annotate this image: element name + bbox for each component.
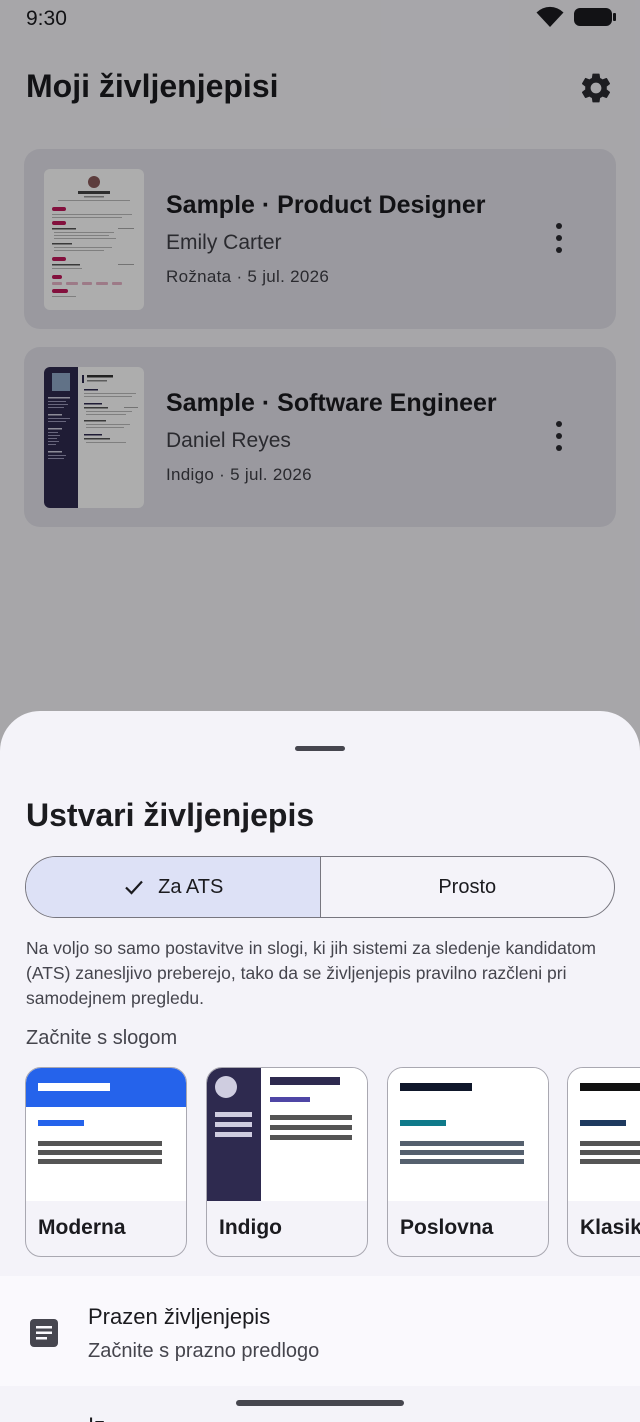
template-preview <box>568 1068 640 1201</box>
blank-resume-title: Prazen življenjepis <box>88 1304 271 1329</box>
template-card-klasik[interactable]: Klasik <box>567 1067 640 1257</box>
ats-description: Na voljo so samo postavitve in slogi, ki… <box>26 938 596 1008</box>
segment-plain-label: Prosto <box>438 875 497 898</box>
template-preview <box>26 1068 186 1201</box>
check-icon <box>125 880 143 895</box>
create-resume-bottom-sheet: Ustvari življenjepis Za ATS Prosto Na vo… <box>0 711 640 1422</box>
document-icon <box>30 1319 58 1347</box>
segment-ats-button[interactable]: Za ATS <box>26 857 321 917</box>
template-name: Moderna <box>38 1216 126 1239</box>
next-option-peek: Iz... <box>88 1413 123 1422</box>
template-name: Indigo <box>219 1216 282 1239</box>
template-card-poslovna[interactable]: Poslovna <box>387 1067 549 1257</box>
template-preview <box>207 1068 367 1201</box>
segment-ats-label: Za ATS <box>158 875 224 898</box>
template-name: Klasik <box>580 1216 640 1239</box>
drag-handle[interactable] <box>295 746 345 751</box>
template-card-moderna[interactable]: Moderna <box>25 1067 187 1257</box>
mode-segmented-control: Za ATS Prosto <box>25 856 615 918</box>
template-card-indigo[interactable]: Indigo <box>206 1067 368 1257</box>
sheet-title: Ustvari življenjepis <box>26 797 315 833</box>
template-carousel[interactable]: Moderna Indigo Poslovna Klasik <box>25 1067 640 1257</box>
templates-section-label: Začnite s slogom <box>26 1027 178 1049</box>
home-indicator[interactable] <box>236 1400 404 1406</box>
template-preview <box>388 1068 548 1201</box>
blank-resume-subtitle: Začnite s prazno predlogo <box>88 1340 320 1362</box>
blank-resume-option[interactable]: Prazen življenjepis Začnite s prazno pre… <box>0 1276 640 1386</box>
template-name: Poslovna <box>400 1216 494 1239</box>
segment-plain-button[interactable]: Prosto <box>321 857 615 917</box>
